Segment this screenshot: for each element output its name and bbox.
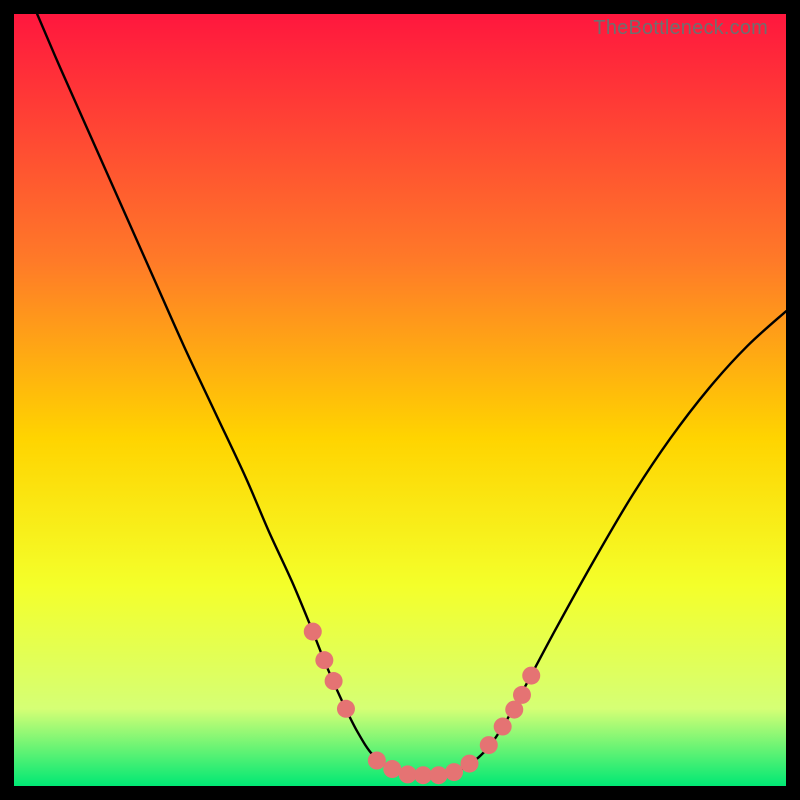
curve-marker <box>460 755 478 773</box>
curve-marker <box>337 700 355 718</box>
bottleneck-chart <box>14 14 786 786</box>
curve-marker <box>513 686 531 704</box>
curve-marker <box>325 672 343 690</box>
curve-marker <box>480 736 498 754</box>
curve-marker <box>383 760 401 778</box>
chart-frame: TheBottleneck.com <box>14 14 786 786</box>
curve-marker <box>399 765 417 783</box>
gradient-background <box>14 14 786 786</box>
curve-marker <box>494 718 512 736</box>
curve-marker <box>522 667 540 685</box>
curve-marker <box>414 766 432 784</box>
curve-marker <box>368 752 386 770</box>
curve-marker <box>430 766 448 784</box>
curve-marker <box>445 763 463 781</box>
curve-marker <box>315 651 333 669</box>
curve-marker <box>304 623 322 641</box>
